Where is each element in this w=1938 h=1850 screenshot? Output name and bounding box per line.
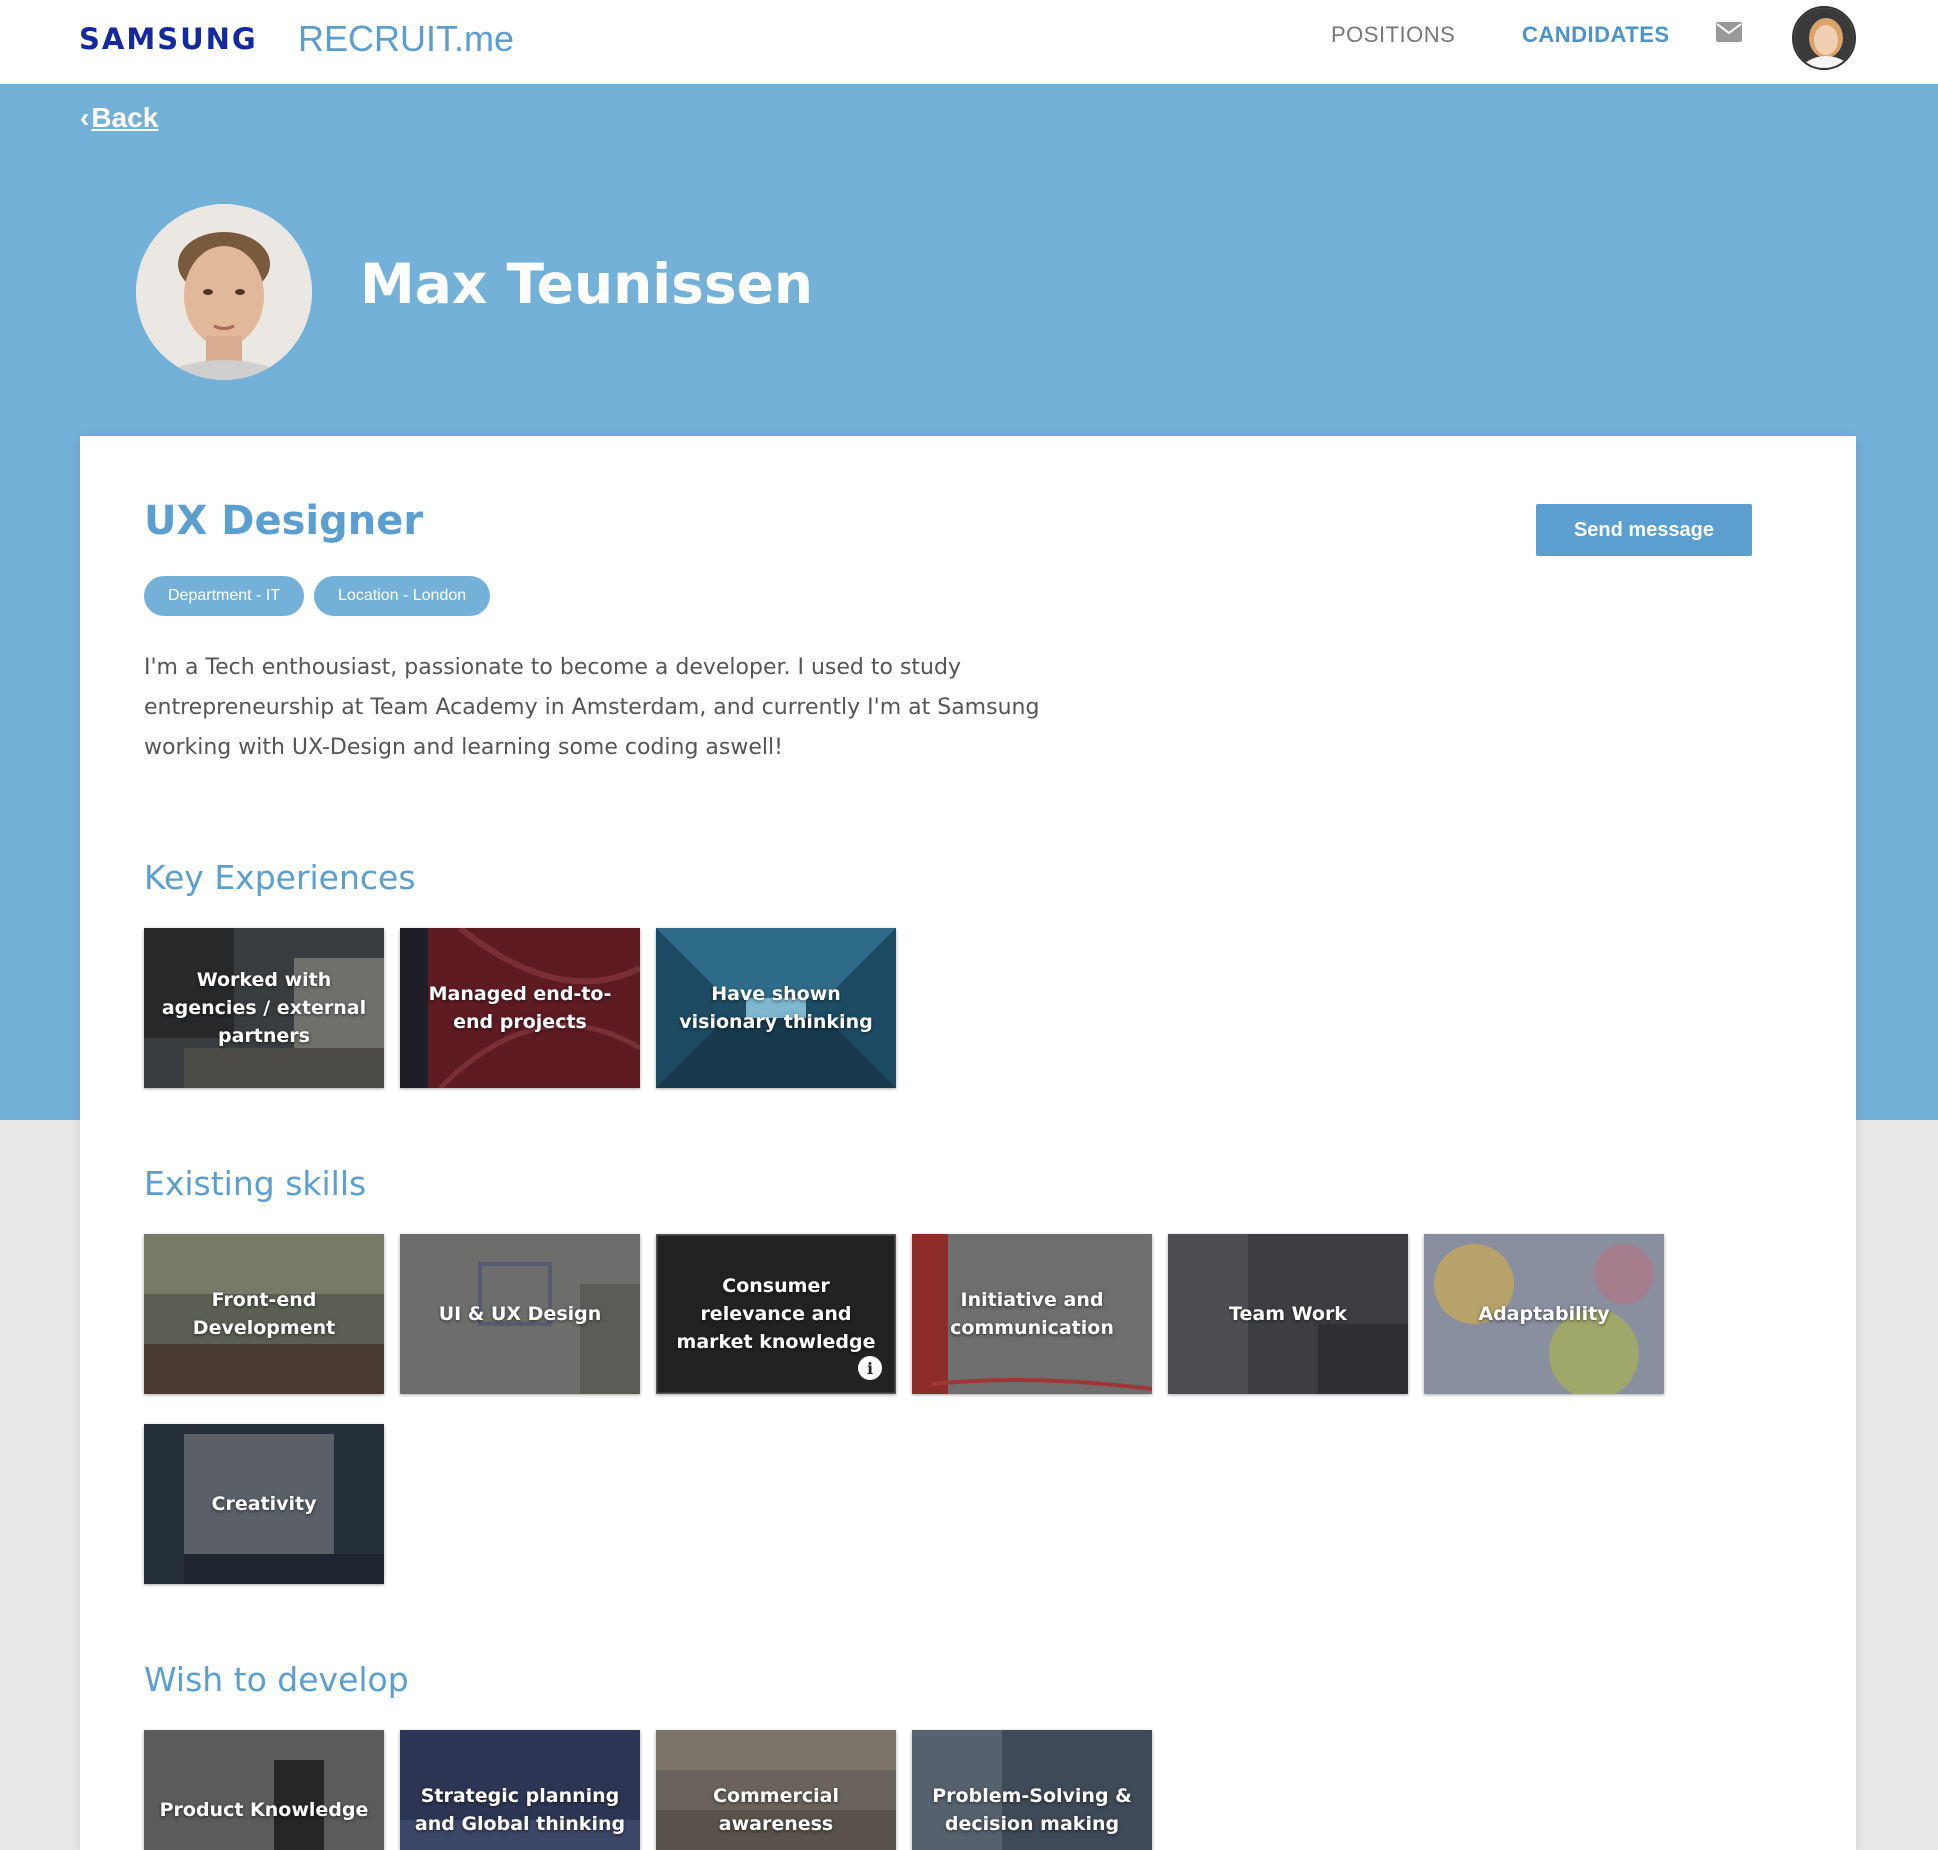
top-navigation-bar: SAMSUNG RECRUIT.me POSITIONS CANDIDATES: [0, 0, 1938, 84]
development-tile[interactable]: Problem-Solving & decision making: [912, 1730, 1152, 1850]
user-avatar[interactable]: [1792, 6, 1856, 70]
tile-label: Worked with agencies / external partners: [161, 969, 367, 1047]
skill-tile[interactable]: Consumer relevance and market knowledge …: [656, 1234, 896, 1394]
samsung-logo[interactable]: SAMSUNG: [79, 22, 258, 56]
tag-list: Department - IT Location - London: [144, 576, 491, 616]
tile-label: Consumer relevance and market knowledge: [676, 1275, 876, 1353]
back-label: Back: [91, 102, 159, 133]
candidate-bio: I'm a Tech enthousiast, passionate to be…: [144, 655, 1040, 760]
section-title-wish-to-develop: Wish to develop: [144, 1660, 409, 1699]
candidate-photo: [136, 204, 312, 380]
experience-tile[interactable]: Have shown visionary thinking: [656, 928, 896, 1088]
role-title: UX Designer: [144, 498, 424, 544]
tile-label: Adaptability: [1478, 1303, 1610, 1325]
chevron-left-icon: ‹: [80, 102, 90, 133]
tile-label: Have shown visionary thinking: [679, 983, 873, 1033]
tile-label: Initiative and communication: [950, 1289, 1114, 1339]
mail-icon[interactable]: [1716, 22, 1742, 47]
info-icon[interactable]: i: [858, 1356, 882, 1380]
tile-label: Problem-Solving & decision making: [932, 1785, 1132, 1835]
development-tile[interactable]: Product Knowledge: [144, 1730, 384, 1850]
send-message-button[interactable]: Send message: [1536, 504, 1752, 556]
tile-label: UI & UX Design: [438, 1303, 602, 1325]
section-title-key-experiences: Key Experiences: [144, 858, 416, 897]
tile-label: Strategic planning and Global thinking: [414, 1785, 626, 1835]
development-tile[interactable]: Strategic planning and Global thinking: [400, 1730, 640, 1850]
section-title-existing-skills: Existing skills: [144, 1164, 367, 1203]
skill-tile[interactable]: Team Work: [1168, 1234, 1408, 1394]
tile-label: Commercial awareness: [713, 1785, 839, 1835]
tag-location[interactable]: Location - London: [314, 576, 491, 616]
development-tile[interactable]: Commercial awareness: [656, 1730, 896, 1850]
candidate-name: Max Teunissen: [360, 252, 814, 316]
nav-candidates[interactable]: CANDIDATES: [1522, 22, 1670, 48]
skill-tile[interactable]: Initiative and communication: [912, 1234, 1152, 1394]
tag-department[interactable]: Department - IT: [144, 576, 305, 616]
skill-tile[interactable]: UI & UX Design: [400, 1234, 640, 1394]
tile-label: Creativity: [211, 1493, 317, 1515]
experience-tile[interactable]: Worked with agencies / external partners: [144, 928, 384, 1088]
skill-tile[interactable]: Adaptability: [1424, 1234, 1664, 1394]
tile-label: Team Work: [1229, 1303, 1347, 1325]
back-link[interactable]: ‹Back: [80, 102, 158, 134]
nav-positions[interactable]: POSITIONS: [1331, 22, 1455, 48]
app-name[interactable]: RECRUIT.me: [298, 18, 514, 60]
tile-label: Front-end Development: [192, 1289, 336, 1339]
skill-tile[interactable]: Front-end Development: [144, 1234, 384, 1394]
experience-tile[interactable]: Managed end-to-end projects: [400, 928, 640, 1088]
tile-label: Managed end-to-end projects: [428, 983, 612, 1033]
tile-label: Product Knowledge: [159, 1799, 369, 1821]
skill-tile[interactable]: Creativity: [144, 1424, 384, 1584]
